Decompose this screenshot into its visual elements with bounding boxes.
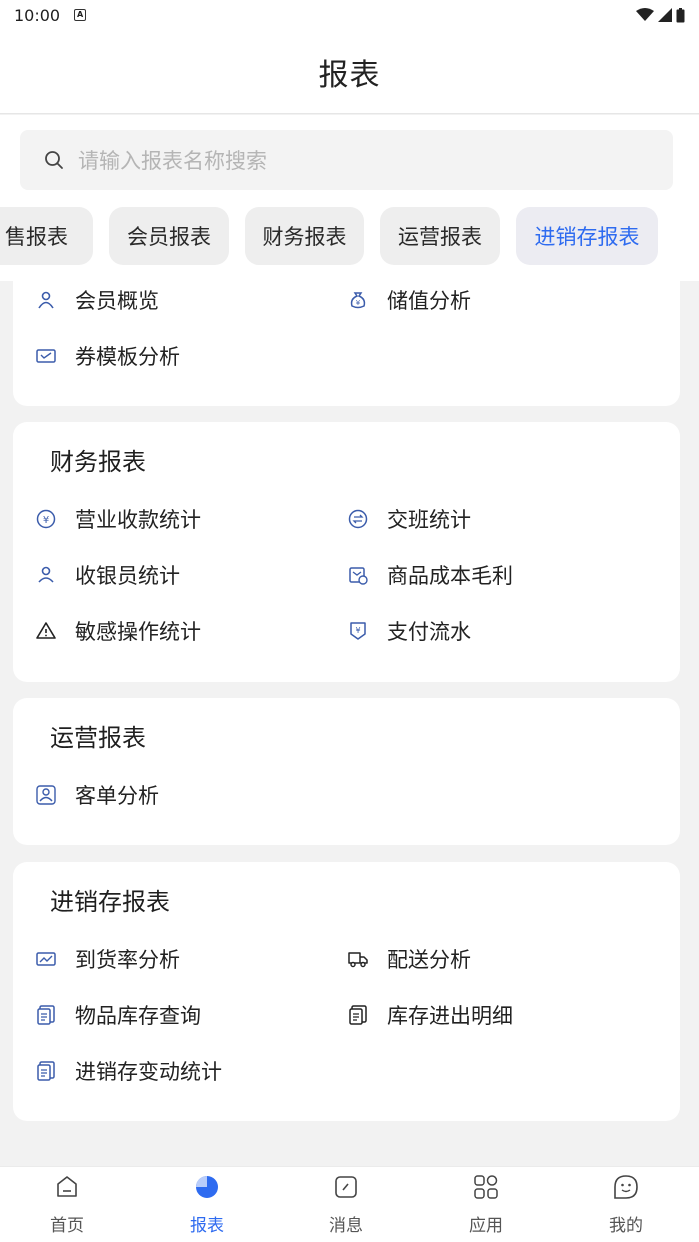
member-report-card: 会员概览 ¥ 储值分析 券模板分析: [13, 281, 680, 406]
chip-inventory[interactable]: 进销存报表: [516, 207, 658, 265]
report-item-delivery[interactable]: 配送分析: [347, 944, 471, 974]
tab-label: 首页: [50, 1216, 84, 1236]
status-time: 10:00: [14, 5, 61, 25]
report-item-label: 营业收款统计: [75, 508, 201, 532]
report-item-cashier[interactable]: 收银员统计: [35, 560, 180, 590]
wifi-icon: [636, 8, 654, 21]
chip-finance[interactable]: 财务报表: [245, 207, 364, 265]
report-item-stored-value[interactable]: ¥ 储值分析: [347, 285, 471, 315]
search-area: 请输入报表名称搜索 售报表 会员报表 财务报表 运营报表 进销存报表: [0, 115, 699, 281]
report-item-arrival-rate[interactable]: 到货率分析: [35, 944, 180, 974]
tab-label: 应用: [469, 1216, 503, 1236]
svg-text:¥: ¥: [43, 515, 49, 526]
inventory-doc-icon: [347, 1004, 369, 1026]
svg-text:¥: ¥: [356, 299, 361, 307]
chip-operation[interactable]: 运营报表: [380, 207, 500, 265]
tab-message[interactable]: 消息: [276, 1167, 416, 1242]
tab-apps[interactable]: 应用: [416, 1167, 556, 1242]
report-item-business-receipts[interactable]: ¥ 营业收款统计: [35, 504, 201, 534]
page-title: 报表: [318, 57, 381, 93]
inventory-doc-icon: [35, 1004, 57, 1026]
report-item-cost-profit[interactable]: 商品成本毛利: [347, 560, 513, 590]
report-item-label: 到货率分析: [75, 948, 180, 972]
finance-report-card: 财务报表 ¥ 营业收款统计 交班统计 收银员统计 商品成本毛利 敏感操作统计 ¥…: [13, 422, 680, 682]
report-item-label: 客单分析: [75, 784, 159, 808]
bottom-tab-bar: 首页 报表 消息 应用 我的: [0, 1166, 699, 1242]
report-item-label: 支付流水: [387, 620, 471, 644]
profile-icon: [612, 1173, 640, 1201]
search-input[interactable]: 请输入报表名称搜索: [20, 130, 673, 190]
report-item-coupon-template[interactable]: 券模板分析: [35, 341, 180, 371]
report-item-stock-query[interactable]: 物品库存查询: [35, 1000, 201, 1030]
warning-icon: [35, 620, 57, 642]
report-item-label: 商品成本毛利: [387, 564, 513, 588]
apps-icon: [472, 1173, 500, 1201]
tab-profile[interactable]: 我的: [556, 1167, 696, 1242]
report-item-customer-analysis[interactable]: 客单分析: [35, 780, 159, 810]
money-bag-icon: ¥: [347, 289, 369, 311]
inventory-doc-icon: [35, 1060, 57, 1082]
report-item-stock-detail[interactable]: 库存进出明细: [347, 1000, 513, 1030]
tab-report[interactable]: 报表: [137, 1167, 277, 1242]
member-icon: [35, 289, 57, 311]
notification-icon: A: [74, 9, 87, 21]
search-icon: [45, 151, 63, 169]
operation-report-card: 运营报表 客单分析: [13, 698, 680, 845]
report-item-label: 会员概览: [75, 289, 159, 313]
truck-chart-icon: [35, 948, 57, 970]
message-icon: [332, 1173, 360, 1201]
tab-label: 我的: [609, 1216, 643, 1236]
battery-icon: [676, 7, 685, 22]
report-item-label: 交班统计: [387, 508, 471, 532]
tab-label: 消息: [329, 1216, 363, 1236]
inventory-report-card: 进销存报表 到货率分析 配送分析 物品库存查询 库存进出明细 进销存变动统计: [13, 862, 680, 1121]
exchange-icon: [347, 508, 369, 530]
status-indicators: [636, 7, 685, 23]
tab-label: 报表: [190, 1216, 224, 1236]
section-title: 财务报表: [50, 448, 146, 476]
home-icon: [53, 1173, 81, 1201]
report-icon: [193, 1173, 221, 1201]
cost-profit-icon: [347, 564, 369, 586]
cashier-icon: [35, 564, 57, 586]
title-bar: 报表: [0, 30, 699, 114]
search-placeholder: 请输入报表名称搜索: [78, 149, 267, 173]
category-chips: 售报表 会员报表 财务报表 运营报表 进销存报表: [0, 207, 699, 265]
svg-text:¥: ¥: [355, 626, 360, 635]
section-title: 运营报表: [50, 724, 146, 752]
yen-circle-icon: ¥: [35, 508, 57, 530]
section-title: 进销存报表: [50, 888, 170, 916]
report-item-label: 券模板分析: [75, 345, 180, 369]
status-bar: 10:00 A: [0, 0, 699, 30]
report-item-label: 配送分析: [387, 948, 471, 972]
truck-icon: [347, 948, 369, 970]
report-item-payment-flow[interactable]: ¥ 支付流水: [347, 616, 471, 646]
report-item-label: 收银员统计: [75, 564, 180, 588]
report-item-stock-change[interactable]: 进销存变动统计: [35, 1056, 222, 1086]
customer-icon: [35, 784, 57, 806]
coupon-icon: [35, 345, 57, 367]
chip-sales[interactable]: 售报表: [0, 207, 93, 265]
chip-member[interactable]: 会员报表: [109, 207, 229, 265]
report-item-label: 库存进出明细: [387, 1004, 513, 1028]
signal-icon: [658, 8, 672, 22]
report-item-label: 进销存变动统计: [75, 1060, 222, 1084]
tab-home[interactable]: 首页: [0, 1167, 137, 1242]
report-item-label: 物品库存查询: [75, 1004, 201, 1028]
report-item-sensitive-ops[interactable]: 敏感操作统计: [35, 616, 201, 646]
report-item-label: 储值分析: [387, 289, 471, 313]
payment-flow-icon: ¥: [347, 620, 369, 642]
report-item-shift-handover[interactable]: 交班统计: [347, 504, 471, 534]
report-item-member-overview[interactable]: 会员概览: [35, 285, 159, 315]
report-item-label: 敏感操作统计: [75, 620, 201, 644]
